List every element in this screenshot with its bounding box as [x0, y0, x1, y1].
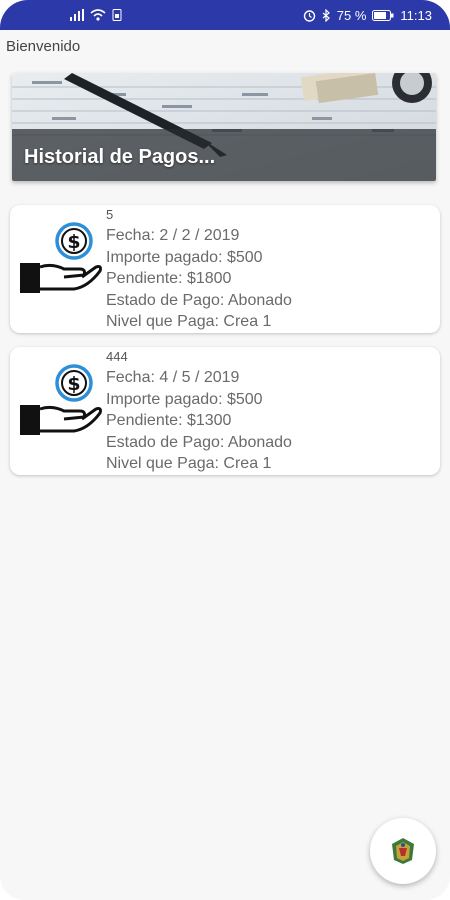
svg-text:$: $ [67, 373, 80, 395]
payment-status: Estado de Pago: Abonado [106, 433, 292, 451]
wifi-icon [90, 9, 106, 21]
floating-action-button[interactable] [370, 818, 436, 884]
app-screen: 75 % 11:13 Bienvenido Historial de Pagos… [0, 0, 450, 900]
alarm-icon [303, 9, 316, 22]
bluetooth-icon [322, 8, 331, 22]
payment-date: Fecha: 4 / 5 / 2019 [106, 369, 240, 386]
payment-amount: Importe pagado: $500 [106, 390, 263, 408]
payment-level: Nivel que Paga: Crea 1 [106, 313, 272, 330]
signal-icon [70, 9, 84, 21]
payments-list: $ 5 Fecha: 2 / 2 / 2019 Importe pagado: … [0, 181, 450, 475]
card-details: 444 Fecha: 4 / 5 / 2019 Importe pagado: … [106, 347, 292, 475]
payment-card[interactable]: $ 444 Fecha: 4 / 5 / 2019 Importe pagado… [10, 347, 440, 475]
payment-card[interactable]: $ 5 Fecha: 2 / 2 / 2019 Importe pagado: … [10, 205, 440, 333]
payment-date: Fecha: 2 / 2 / 2019 [106, 227, 240, 244]
payment-status: Estado de Pago: Abonado [106, 291, 292, 309]
sim-icon [112, 9, 122, 21]
svg-text:$: $ [67, 231, 80, 253]
payment-id: 444 [106, 349, 128, 364]
hand-dollar-icon: $ [20, 222, 102, 293]
banner-title: Historial de Pagos... [24, 146, 216, 168]
history-banner[interactable]: Historial de Pagos... [12, 73, 436, 181]
hand-dollar-icon: $ [20, 364, 102, 435]
payment-id: 5 [106, 207, 114, 222]
status-right: 75 % 11:13 [303, 8, 432, 23]
payment-pending: Pendiente: $1800 [106, 270, 232, 287]
card-details: 5 Fecha: 2 / 2 / 2019 Importe pagado: $5… [106, 205, 292, 333]
status-bar: 75 % 11:13 [0, 0, 450, 30]
payment-amount: Importe pagado: $500 [106, 248, 263, 266]
battery-icon [372, 9, 394, 21]
card-icon-area: $ [10, 347, 106, 475]
payment-level: Nivel que Paga: Crea 1 [106, 455, 272, 472]
clock: 11:13 [400, 7, 432, 23]
battery-percent: 75 % [336, 7, 367, 23]
status-left [70, 9, 122, 21]
logo-icon [392, 838, 414, 864]
greeting-label: Bienvenido [6, 38, 81, 55]
card-icon-area: $ [10, 205, 106, 333]
payment-pending: Pendiente: $1300 [106, 412, 232, 429]
